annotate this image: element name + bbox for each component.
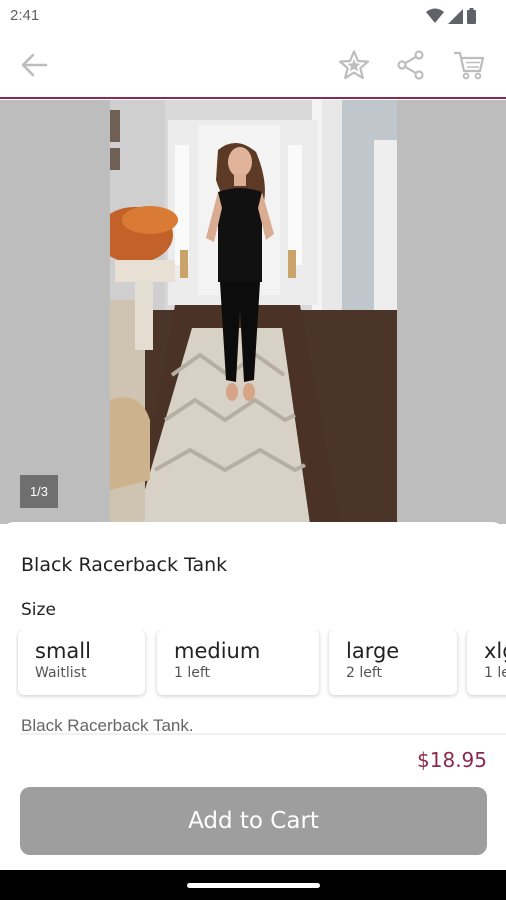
size-option-xlg[interactable]: xlg 1 le [467,630,506,695]
product-title: Black Racerback Tank [21,554,228,576]
size-availability: 1 left [174,665,211,681]
size-label: Size [21,600,56,620]
status-icons [426,8,476,24]
wifi-icon [426,8,444,23]
product-image-gallery[interactable] [0,100,506,524]
size-name: medium [174,639,261,663]
product-details-sheet: Black Racerback Tank Size small Waitlist… [0,522,506,870]
size-availability: Waitlist [35,665,87,681]
add-to-cart-button[interactable]: Add to Cart [20,787,487,855]
size-name: small [35,639,91,663]
share-icon [397,50,424,80]
product-photo [110,100,397,524]
back-arrow-icon [21,53,48,77]
status-bar: 2:41 [0,0,506,32]
favorite-button[interactable] [336,47,372,83]
size-option-medium[interactable]: medium 1 left [157,630,319,695]
app-bar [0,32,506,99]
size-name: xlg [484,639,506,663]
cart-button[interactable] [451,47,487,83]
image-page-counter: 1/3 [20,475,58,508]
cart-icon [454,51,485,80]
share-button[interactable] [393,47,429,83]
size-option-small[interactable]: small Waitlist [18,630,145,695]
divider [20,733,506,735]
battery-icon [467,8,476,24]
signal-icon [448,8,463,24]
size-availability: 1 le [484,665,506,681]
system-navigation-bar [0,870,506,900]
home-indicator[interactable] [187,883,320,888]
size-options[interactable]: small Waitlist medium 1 left large 2 lef… [16,630,506,700]
size-name: large [346,639,400,663]
star-icon [338,50,370,80]
size-option-large[interactable]: large 2 left [329,630,457,695]
size-availability: 2 left [346,665,383,681]
back-button[interactable] [16,47,52,83]
product-price: $18.95 [417,748,487,772]
status-time: 2:41 [10,7,40,24]
